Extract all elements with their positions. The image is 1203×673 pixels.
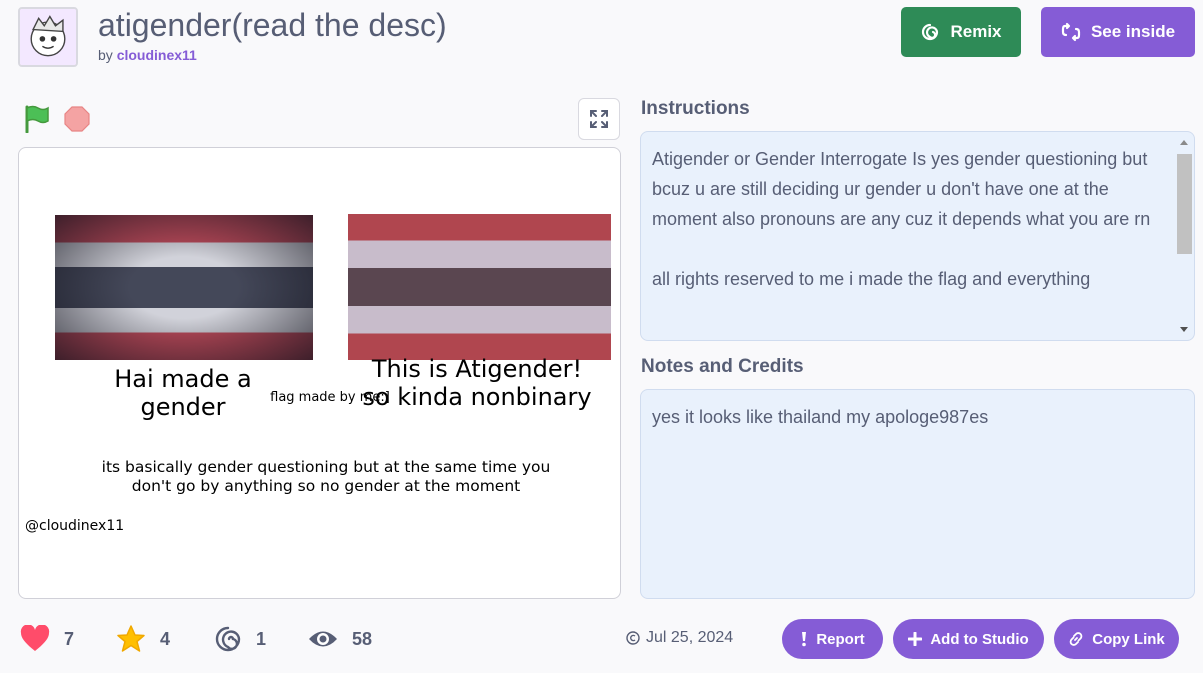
- views-stat: 58: [308, 624, 372, 654]
- copy-link-label: Copy Link: [1092, 630, 1165, 648]
- heart-icon: [20, 625, 50, 651]
- fullscreen-button[interactable]: [578, 98, 620, 140]
- star-icon: [117, 625, 145, 652]
- add-to-studio-button[interactable]: Add to Studio: [893, 619, 1044, 659]
- scroll-down-arrow[interactable]: [1180, 327, 1188, 332]
- copy-link-button[interactable]: Copy Link: [1054, 619, 1179, 659]
- copyright-icon: [626, 631, 640, 645]
- remix-stat: 1: [214, 624, 266, 654]
- share-date: Jul 25, 2024: [626, 629, 733, 647]
- scroll-up-arrow[interactable]: [1180, 140, 1188, 145]
- favorite-count: 4: [160, 628, 171, 649]
- fullscreen-icon: [590, 110, 608, 128]
- by-label: by: [98, 47, 113, 63]
- love-count: 7: [64, 628, 75, 649]
- instructions-title: Instructions: [641, 98, 750, 119]
- stage-text-hai: Hai made a gender: [114, 365, 252, 421]
- stage-text-description: its basically gender questioning but at …: [101, 458, 551, 495]
- notes-title: Notes and Credits: [641, 356, 804, 377]
- notes-box[interactable]: yes it looks like thailand my apologe987…: [640, 389, 1195, 599]
- eye-icon: [309, 631, 337, 647]
- remix-swirl-icon: [215, 626, 241, 652]
- add-to-studio-label: Add to Studio: [930, 630, 1029, 648]
- favorite-stat[interactable]: 4: [116, 624, 170, 654]
- date-text: Jul 25, 2024: [646, 629, 734, 646]
- atigender-flag-image: [348, 214, 611, 360]
- remix-icon: [922, 23, 939, 41]
- stage-text-handle: @cloudinex11: [25, 518, 125, 534]
- instructions-box[interactable]: Atigender or Gender Interrogate Is yes g…: [640, 131, 1195, 341]
- report-icon: [802, 632, 807, 647]
- remix-count: 1: [256, 628, 267, 649]
- plus-icon: [908, 632, 923, 646]
- remix-button[interactable]: Remix: [901, 7, 1021, 57]
- report-button[interactable]: Report: [782, 619, 883, 659]
- project-title: atigender(read the desc): [98, 7, 447, 43]
- notes-text: yes it looks like thailand my apologe987…: [652, 407, 989, 427]
- link-icon: [1069, 632, 1083, 646]
- author-link[interactable]: cloudinex11: [117, 47, 197, 63]
- atigender-flag-photo: [55, 215, 313, 360]
- stop-icon[interactable]: [64, 106, 90, 132]
- stage-text-atigender: This is Atigender! so kinda nonbinary: [362, 355, 592, 411]
- see-inside-icon: [1061, 22, 1081, 42]
- instructions-text: Atigender or Gender Interrogate Is yes g…: [652, 149, 1151, 289]
- green-flag-icon[interactable]: [24, 105, 50, 133]
- byline: by cloudinex11: [98, 47, 197, 63]
- views-count: 58: [352, 628, 373, 649]
- instructions-scrollbar[interactable]: [1176, 134, 1192, 338]
- see-inside-button[interactable]: See inside: [1041, 7, 1195, 57]
- project-stage[interactable]: Hai made a gender flag made by me:] This…: [18, 147, 621, 599]
- see-inside-label: See inside: [1090, 22, 1176, 41]
- remix-label: Remix: [950, 22, 1002, 41]
- scroll-thumb[interactable]: [1177, 154, 1192, 254]
- love-stat[interactable]: 7: [20, 624, 74, 654]
- report-label: Report: [816, 630, 865, 648]
- project-thumbnail: [18, 7, 78, 67]
